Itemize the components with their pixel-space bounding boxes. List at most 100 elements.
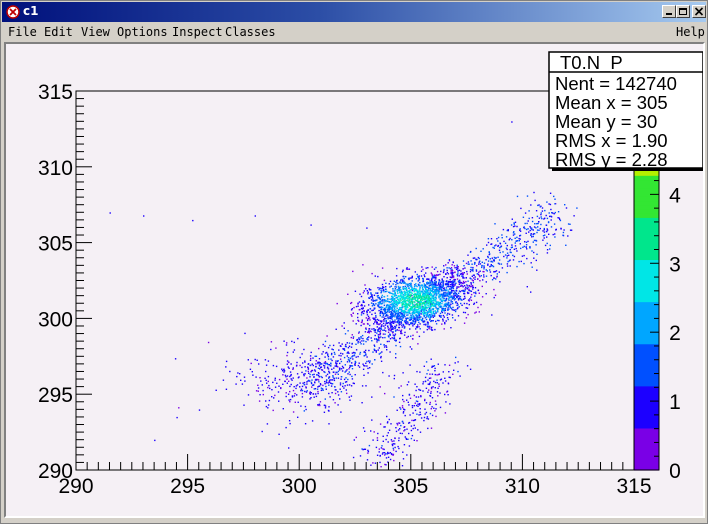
data-point <box>436 284 438 286</box>
data-point <box>380 292 382 294</box>
data-point <box>405 286 408 289</box>
data-point <box>386 349 388 351</box>
data-point <box>339 382 342 384</box>
data-point <box>431 406 433 408</box>
data-point <box>361 385 364 387</box>
data-point <box>427 379 429 381</box>
data-point <box>480 303 482 306</box>
data-point <box>348 345 351 347</box>
data-point <box>409 308 411 310</box>
data-point <box>289 401 291 403</box>
data-point <box>465 262 468 265</box>
data-point <box>392 315 394 317</box>
data-point <box>482 270 484 273</box>
menu-edit[interactable]: Edit <box>44 25 73 39</box>
data-point <box>499 281 501 283</box>
data-point <box>267 407 269 409</box>
close-button[interactable] <box>692 5 706 18</box>
menu-file[interactable]: File <box>8 25 37 39</box>
menu-options[interactable]: Options <box>117 25 168 39</box>
data-point <box>481 296 484 298</box>
data-point <box>434 284 437 287</box>
data-point <box>382 435 384 437</box>
data-point <box>443 268 445 271</box>
data-point <box>414 383 416 385</box>
data-point <box>376 332 378 334</box>
data-point <box>378 338 380 340</box>
data-point <box>365 288 367 290</box>
data-point <box>339 384 342 386</box>
data-point <box>447 291 449 293</box>
data-point <box>553 223 556 225</box>
data-point <box>394 443 396 445</box>
data-point <box>405 437 407 440</box>
data-point <box>303 373 305 375</box>
data-point <box>431 414 434 417</box>
data-point <box>431 397 434 399</box>
data-point <box>328 377 330 379</box>
data-point <box>428 278 430 281</box>
data-point <box>396 329 398 331</box>
data-point <box>380 303 382 305</box>
data-point <box>357 305 359 307</box>
data-point <box>448 305 450 308</box>
data-point <box>425 301 427 303</box>
data-point <box>357 316 359 319</box>
data-point <box>303 383 305 386</box>
y-tick-label: 295 <box>38 384 73 407</box>
data-point <box>416 303 418 305</box>
data-point <box>385 315 387 317</box>
data-point <box>456 294 459 296</box>
data-point <box>383 346 386 348</box>
root-canvas[interactable]: 290 295 300 305 310 3152902953003053103150123… <box>6 44 703 516</box>
data-point <box>477 289 480 291</box>
data-point <box>445 293 448 296</box>
data-point <box>243 404 245 406</box>
menu-classes[interactable]: Classes <box>225 25 276 39</box>
data-point <box>442 320 444 322</box>
menu-view[interactable]: View <box>81 25 110 39</box>
data-point <box>398 322 401 324</box>
data-point <box>534 223 536 225</box>
data-point <box>526 248 528 250</box>
data-point <box>542 230 544 232</box>
data-point <box>331 392 333 394</box>
data-point <box>368 328 371 330</box>
menu-help[interactable]: Help <box>676 25 705 39</box>
data-point <box>413 289 415 291</box>
data-point <box>448 281 450 283</box>
menu-inspect[interactable]: Inspect <box>172 25 223 39</box>
data-point <box>403 277 405 280</box>
data-point <box>402 286 404 288</box>
data-point <box>385 346 388 348</box>
data-point <box>410 425 413 427</box>
data-point <box>548 212 550 214</box>
data-point <box>560 228 562 230</box>
color-bar-segment <box>634 171 659 176</box>
data-point <box>363 355 365 357</box>
data-point <box>357 302 359 304</box>
data-point <box>309 355 312 357</box>
maximize-button[interactable] <box>676 5 690 18</box>
data-point <box>342 366 344 369</box>
data-point <box>306 383 308 385</box>
data-point <box>429 304 431 306</box>
data-point <box>546 230 548 233</box>
color-bar-segment <box>634 225 659 231</box>
data-point <box>552 233 554 236</box>
data-point <box>330 385 333 387</box>
data-point <box>410 285 412 287</box>
data-point <box>323 367 326 369</box>
data-point <box>383 302 385 304</box>
minimize-button[interactable] <box>662 5 676 18</box>
data-point <box>422 295 424 297</box>
color-bar-segment <box>634 200 659 206</box>
title-bar[interactable]: c1 <box>2 2 706 22</box>
data-point <box>379 352 382 354</box>
data-point <box>323 411 326 413</box>
data-point <box>430 377 432 379</box>
data-point <box>362 343 365 345</box>
color-bar-segment <box>634 432 659 437</box>
data-point <box>318 385 321 387</box>
data-point <box>375 338 378 340</box>
